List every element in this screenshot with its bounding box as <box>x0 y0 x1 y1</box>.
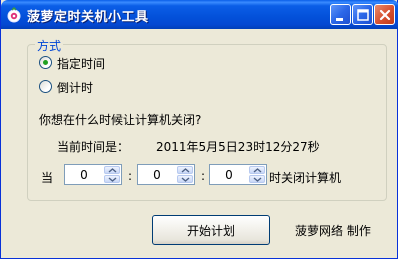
minimize-button[interactable] <box>330 4 351 25</box>
radio-countdown[interactable] <box>39 80 52 93</box>
hour-spinner-value[interactable]: 0 <box>65 168 103 182</box>
schedule-suffix: 时关闭计算机 <box>269 171 342 185</box>
current-time-value: 2011年5月5日23时12分27秒 <box>156 140 320 154</box>
maximize-icon <box>357 9 369 21</box>
hour-spinner[interactable]: 0 <box>64 164 122 185</box>
minute-spinner-value[interactable]: 0 <box>138 168 176 182</box>
title-bar[interactable]: 菠萝定时关机小工具 <box>1 0 398 29</box>
minimize-icon <box>336 18 343 21</box>
arrow-up-icon <box>108 168 117 173</box>
main-window: 菠萝定时关机小工具 方式 指定时间 倒计时 你想在什么时候让计算机关闭? 当前时… <box>0 0 398 259</box>
hour-spinner-up-button[interactable] <box>104 166 120 174</box>
mode-group-legend: 方式 <box>35 37 64 54</box>
time-separator: : <box>201 169 206 183</box>
radio-countdown-label[interactable]: 倒计时 <box>57 79 93 96</box>
arrow-down-icon <box>108 177 117 182</box>
minute-spinner-down-button[interactable] <box>177 175 193 183</box>
second-spinner[interactable]: 0 <box>209 164 267 185</box>
credit-text: 菠萝网络 制作 <box>295 224 371 238</box>
hour-spinner-down-button[interactable] <box>104 175 120 183</box>
maximize-button[interactable] <box>352 4 373 25</box>
schedule-prefix: 当 <box>41 171 54 185</box>
time-separator: : <box>128 169 133 183</box>
close-icon <box>379 9 391 21</box>
window-title: 菠萝定时关机小工具 <box>27 10 149 25</box>
hour-spinner-buttons <box>104 166 120 183</box>
radio-specified-time-label[interactable]: 指定时间 <box>57 55 105 72</box>
second-spinner-up-button[interactable] <box>249 166 265 174</box>
radio-specified-time[interactable] <box>39 56 52 69</box>
second-spinner-buttons <box>249 166 265 183</box>
current-time-label: 当前时间是： <box>57 140 130 154</box>
minute-spinner[interactable]: 0 <box>137 164 195 185</box>
minute-spinner-up-button[interactable] <box>177 166 193 174</box>
start-schedule-button[interactable]: 开始计划 <box>152 215 270 245</box>
minute-spinner-buttons <box>177 166 193 183</box>
second-spinner-value[interactable]: 0 <box>210 168 248 182</box>
arrow-down-icon <box>253 177 262 182</box>
arrow-up-icon <box>253 168 262 173</box>
arrow-up-icon <box>181 168 190 173</box>
close-button[interactable] <box>374 4 395 25</box>
arrow-down-icon <box>181 177 190 182</box>
second-spinner-down-button[interactable] <box>249 175 265 183</box>
question-text: 你想在什么时候让计算机关闭? <box>39 113 202 127</box>
app-icon[interactable] <box>6 6 22 23</box>
